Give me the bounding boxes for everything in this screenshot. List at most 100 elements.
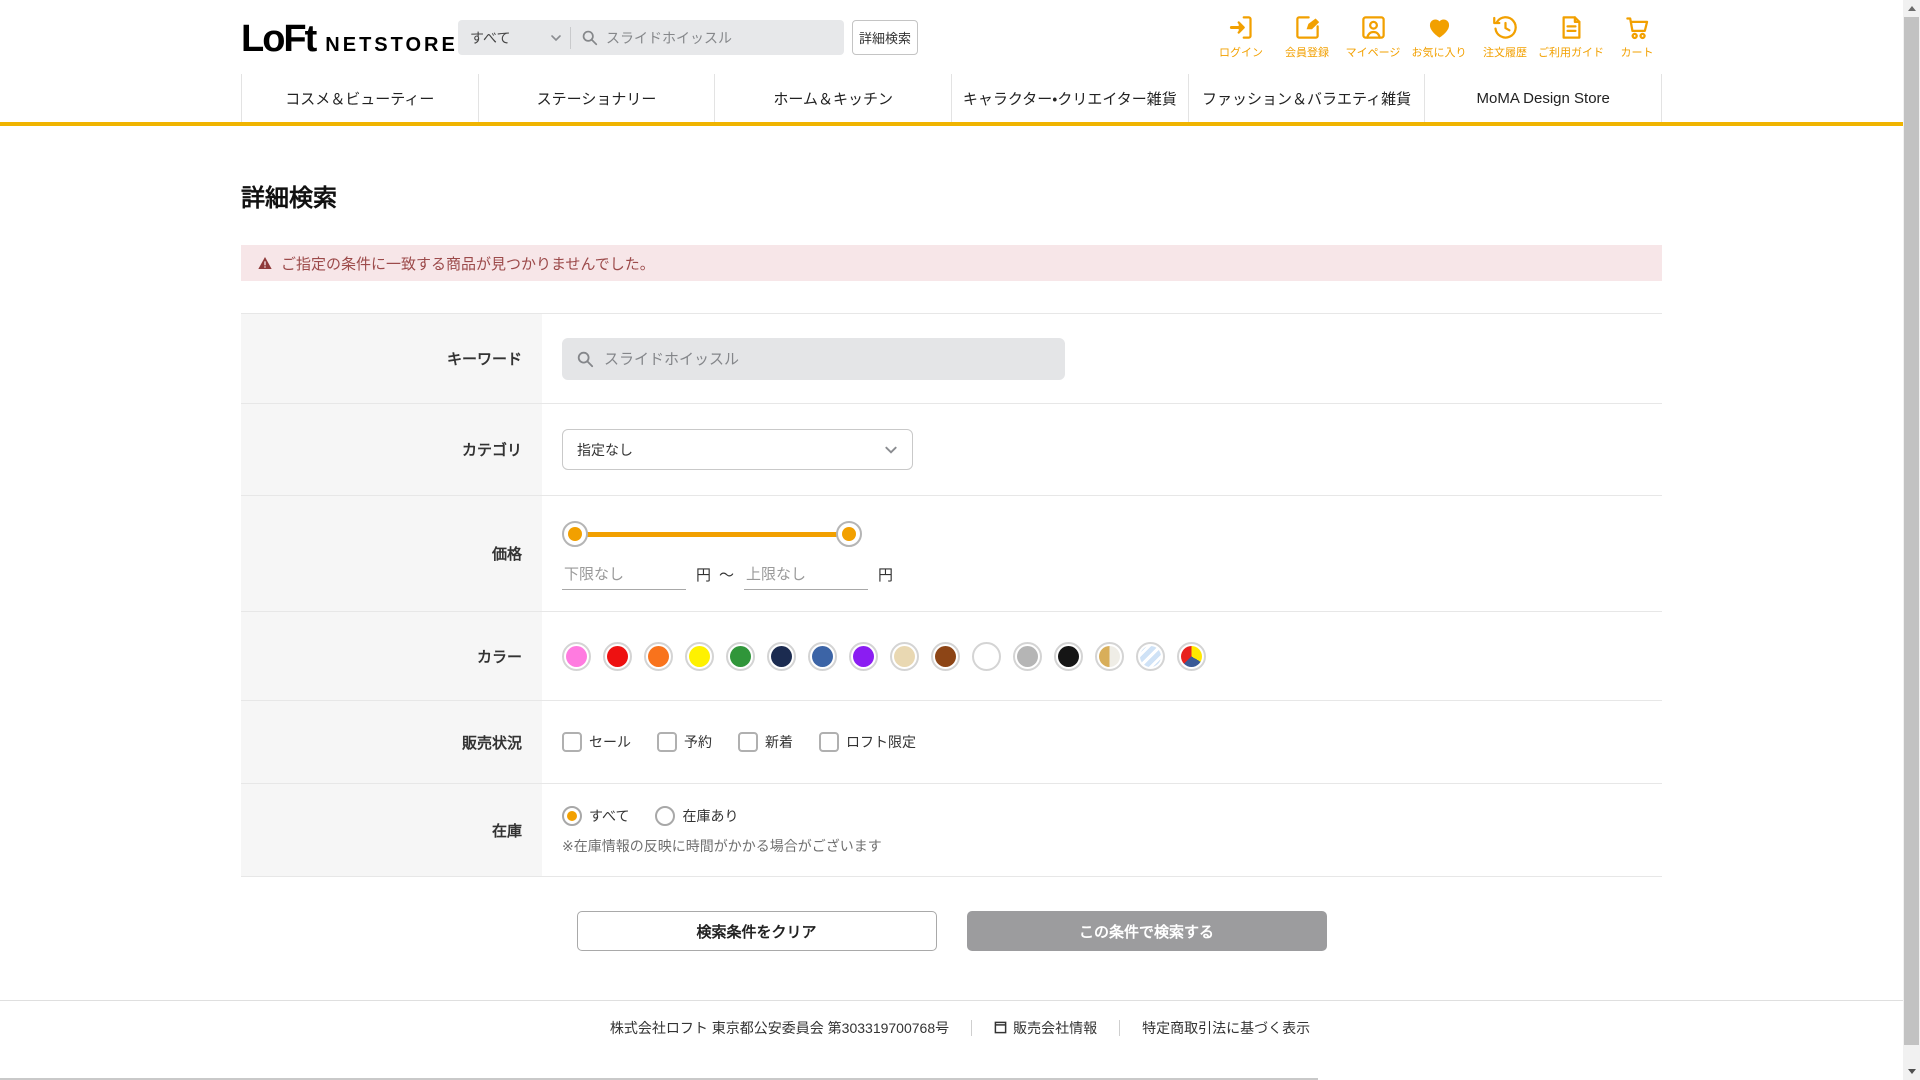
footer: 株式会社ロフト 東京都公安委員会 第303319700768号 販売会社情報 特…	[0, 1000, 1920, 1080]
checkbox-box	[657, 732, 677, 752]
member-register-icon	[1295, 16, 1319, 39]
scrollbar-thumb[interactable]	[1904, 17, 1919, 1045]
page-title: 詳細検索	[241, 185, 337, 212]
nav-item-fashion-variety[interactable]: ファッション＆バラエティ雑貨	[1187, 74, 1425, 122]
stock-options: すべて 在庫あり	[562, 806, 1662, 826]
swatch-fill	[1181, 645, 1202, 667]
nav-label: ホーム＆キッチン	[773, 90, 893, 108]
header-quick-links: ログイン 会員登録 マイページ お気に入り 注文履歴 ご利用ガイド カート	[1213, 14, 1665, 60]
keyword-value: スライドホイッスル	[604, 351, 740, 368]
clear-conditions-button[interactable]: 検索条件をクリア	[576, 911, 937, 951]
radio-button	[655, 806, 676, 826]
cart-button[interactable]: カート	[1609, 14, 1665, 60]
nav-label: MoMA Design Store	[1476, 89, 1610, 107]
price-min-input[interactable]: 下限なし	[562, 561, 686, 590]
warning-icon	[258, 257, 272, 269]
price-max-input[interactable]: 上限なし	[744, 561, 869, 590]
nav-label: キャラクター・クリエイター雑貨	[962, 90, 1177, 108]
nav-item-stationery[interactable]: ステーショナリー	[477, 74, 715, 122]
form-actions: 検索条件をクリア この条件で検索する	[241, 911, 1662, 951]
login-icon	[1229, 16, 1252, 39]
swatch-fill	[894, 645, 915, 667]
color-swatch[interactable]	[1054, 641, 1083, 671]
swatch-fill	[648, 645, 669, 667]
radio-label: 在庫あり	[682, 808, 739, 824]
color-swatch[interactable]	[1095, 641, 1124, 671]
color-swatch[interactable]	[849, 641, 878, 671]
color-swatch[interactable]	[685, 641, 714, 671]
checkbox-sale[interactable]: セール	[562, 732, 631, 752]
swatch-fill	[812, 645, 833, 667]
search-category-dropdown[interactable]: すべて	[458, 20, 570, 55]
advanced-search-button[interactable]: 詳細検索	[852, 20, 918, 55]
checkbox-new[interactable]: 新着	[738, 732, 793, 752]
cart-label: カート	[1620, 47, 1654, 59]
color-swatch[interactable]	[767, 641, 796, 671]
category-row: カテゴリ 指定なし	[241, 403, 1662, 495]
color-swatch[interactable]	[562, 641, 591, 671]
header-search-input[interactable]: スライドホイッスル	[571, 28, 844, 48]
nav-label: ファッション＆バラエティ雑貨	[1201, 90, 1412, 108]
category-select[interactable]: 指定なし	[562, 429, 913, 470]
nav-label: ステーショナリー	[536, 90, 657, 108]
guide-icon	[1562, 16, 1580, 39]
color-swatch[interactable]	[1136, 641, 1165, 671]
favorites-button[interactable]: お気に入り	[1411, 14, 1467, 60]
search-with-conditions-button[interactable]: この条件で検索する	[966, 911, 1327, 951]
color-swatch[interactable]	[972, 641, 1001, 671]
favorites-heart-icon	[1429, 19, 1449, 38]
color-swatch[interactable]	[1177, 641, 1206, 671]
member-register-button[interactable]: 会員登録	[1279, 14, 1335, 60]
radio-stock-all[interactable]: すべて	[562, 806, 629, 826]
color-swatch[interactable]	[603, 641, 632, 671]
checkbox-box	[819, 732, 839, 752]
order-history-icon	[1492, 16, 1517, 39]
category-label: カテゴリ	[241, 404, 542, 495]
price-min-handle[interactable]	[562, 521, 588, 547]
color-swatch[interactable]	[1013, 641, 1042, 671]
checkbox-box	[738, 732, 758, 752]
color-swatch[interactable]	[726, 641, 755, 671]
no-results-error-message: ご指定の条件に一致する商品が見つかりませんでした。	[241, 245, 1662, 281]
nav-item-moma[interactable]: MoMA Design Store	[1424, 74, 1663, 122]
cart-icon	[1625, 17, 1648, 40]
keyword-row: キーワード スライドホイッスル	[241, 313, 1662, 403]
price-max-handle[interactable]	[836, 521, 862, 547]
radio-stock-available[interactable]: 在庫あり	[655, 806, 738, 826]
swatch-fill	[1017, 645, 1038, 667]
vertical-scrollbar[interactable]	[1903, 0, 1920, 1080]
mypage-button[interactable]: マイページ	[1345, 14, 1401, 60]
radio-label: すべて	[589, 808, 630, 824]
color-swatch[interactable]	[808, 641, 837, 671]
search-icon	[582, 30, 598, 46]
login-button[interactable]: ログイン	[1213, 14, 1269, 60]
keyword-input[interactable]: スライドホイッスル	[562, 337, 1065, 380]
slider-track	[574, 532, 850, 537]
stock-row: 在庫 すべて 在庫あり ※在庫情報の反映に時間がかかる場合がございます	[241, 783, 1662, 876]
checkbox-preorder[interactable]: 予約	[657, 732, 712, 752]
nav-item-home-kitchen[interactable]: ホーム＆キッチン	[714, 74, 951, 122]
logo-subtext: NETSTORE	[325, 34, 458, 56]
checkbox-loft-exclusive[interactable]: ロフト限定	[819, 732, 916, 752]
store-logo[interactable]: LoFt NETSTORE	[241, 18, 458, 61]
guide-button[interactable]: ご利用ガイド	[1538, 14, 1604, 60]
footer-link-seller-info[interactable]: 販売会社情報	[972, 1018, 1119, 1038]
external-window-icon	[994, 1021, 1007, 1034]
member-register-label: 会員登録	[1285, 47, 1329, 59]
footer-link-label: 販売会社情報	[1013, 1019, 1098, 1036]
order-history-button[interactable]: 注文履歴	[1477, 14, 1533, 60]
search-category-value: すべて	[470, 29, 511, 46]
color-swatch[interactable]	[644, 641, 673, 671]
scrollbar-up-arrow[interactable]	[1903, 0, 1920, 17]
color-row: カラー	[241, 611, 1662, 700]
order-history-label: 注文履歴	[1483, 47, 1527, 59]
swatch-fill	[1140, 645, 1161, 667]
price-range-slider	[562, 521, 862, 547]
nav-item-character-goods[interactable]: キャラクター・クリエイター雑貨	[951, 74, 1188, 122]
color-swatch[interactable]	[931, 641, 960, 671]
nav-item-cosmetics[interactable]: コスメ＆ビューティー	[241, 74, 478, 122]
color-swatch[interactable]	[890, 641, 919, 671]
footer-link-commerce-law[interactable]: 特定商取引法に基づく表示	[1120, 1018, 1332, 1038]
scrollbar-down-arrow[interactable]	[1903, 1063, 1920, 1080]
price-row: 価格 下限なし 円 ～ 上限なし 円	[241, 495, 1662, 611]
